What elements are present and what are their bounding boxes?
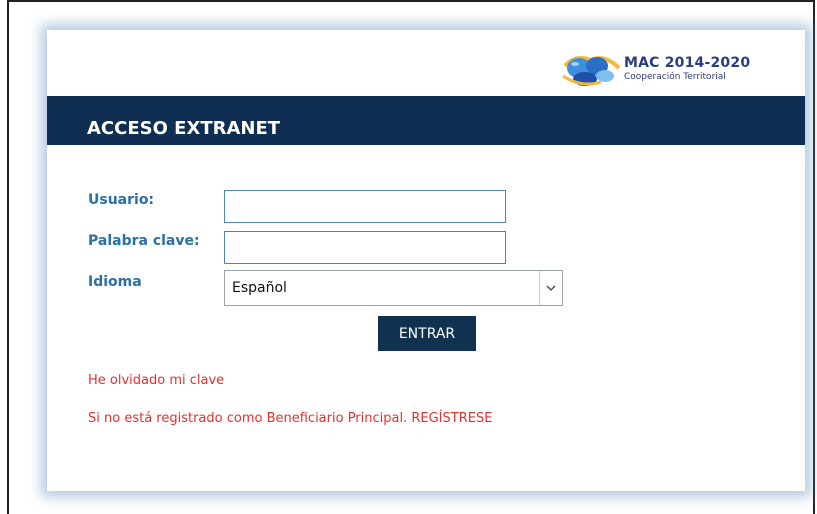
logo-subtitle: Cooperación Territorial xyxy=(624,72,726,82)
forgot-password-link[interactable]: He olvidado mi clave xyxy=(88,373,224,388)
entrar-button[interactable]: ENTRAR xyxy=(378,316,476,351)
register-link[interactable]: Si no está registrado como Beneficiario … xyxy=(88,411,492,426)
clave-label: Palabra clave: xyxy=(88,233,200,249)
browser-frame: MAC 2014-2020 Cooperación Territorial AC… xyxy=(7,0,815,514)
page-title: ACCESO EXTRANET xyxy=(87,118,281,139)
clave-input[interactable] xyxy=(224,231,506,264)
chevron-down-icon xyxy=(546,285,556,291)
usuario-label: Usuario: xyxy=(88,192,155,208)
usuario-input[interactable] xyxy=(224,190,506,223)
idioma-select[interactable]: Español xyxy=(224,270,563,306)
mac-logo: MAC 2014-2020 Cooperación Territorial xyxy=(561,52,761,88)
login-card: MAC 2014-2020 Cooperación Territorial AC… xyxy=(47,30,805,491)
idioma-dropdown-toggle[interactable] xyxy=(539,271,562,305)
logo-title: MAC 2014-2020 xyxy=(624,55,751,71)
mac-globe-icon xyxy=(562,56,621,86)
idioma-selected-value: Español xyxy=(232,280,287,296)
idioma-label: Idioma xyxy=(88,274,142,290)
